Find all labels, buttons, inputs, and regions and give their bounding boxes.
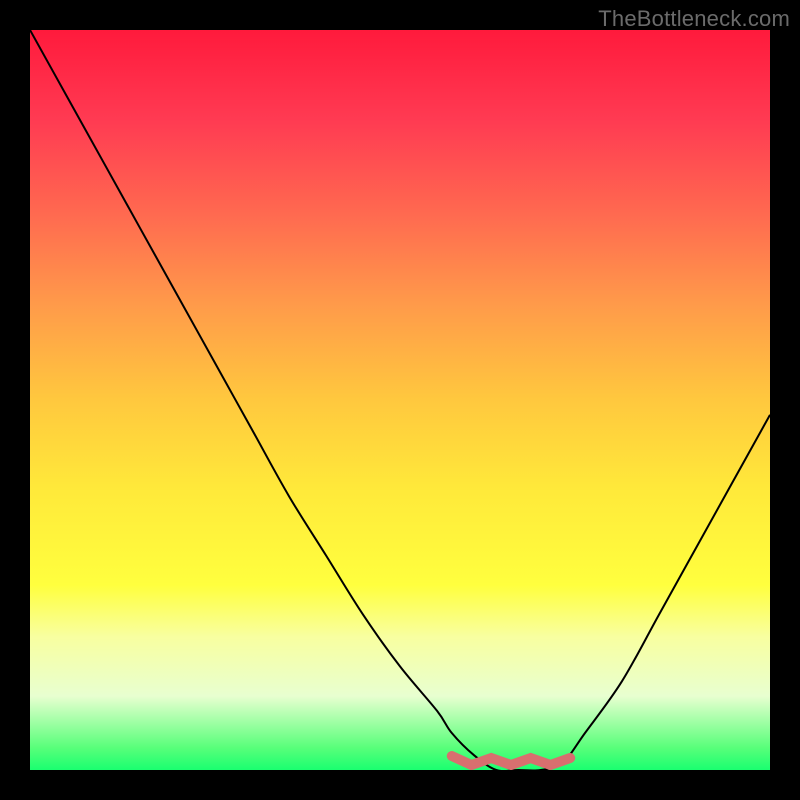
- plot-background-gradient: [30, 30, 770, 770]
- watermark-text: TheBottleneck.com: [598, 6, 790, 32]
- bottleneck-curve: [30, 30, 770, 770]
- chart-svg: [30, 30, 770, 770]
- highlight-overlay: [452, 756, 570, 765]
